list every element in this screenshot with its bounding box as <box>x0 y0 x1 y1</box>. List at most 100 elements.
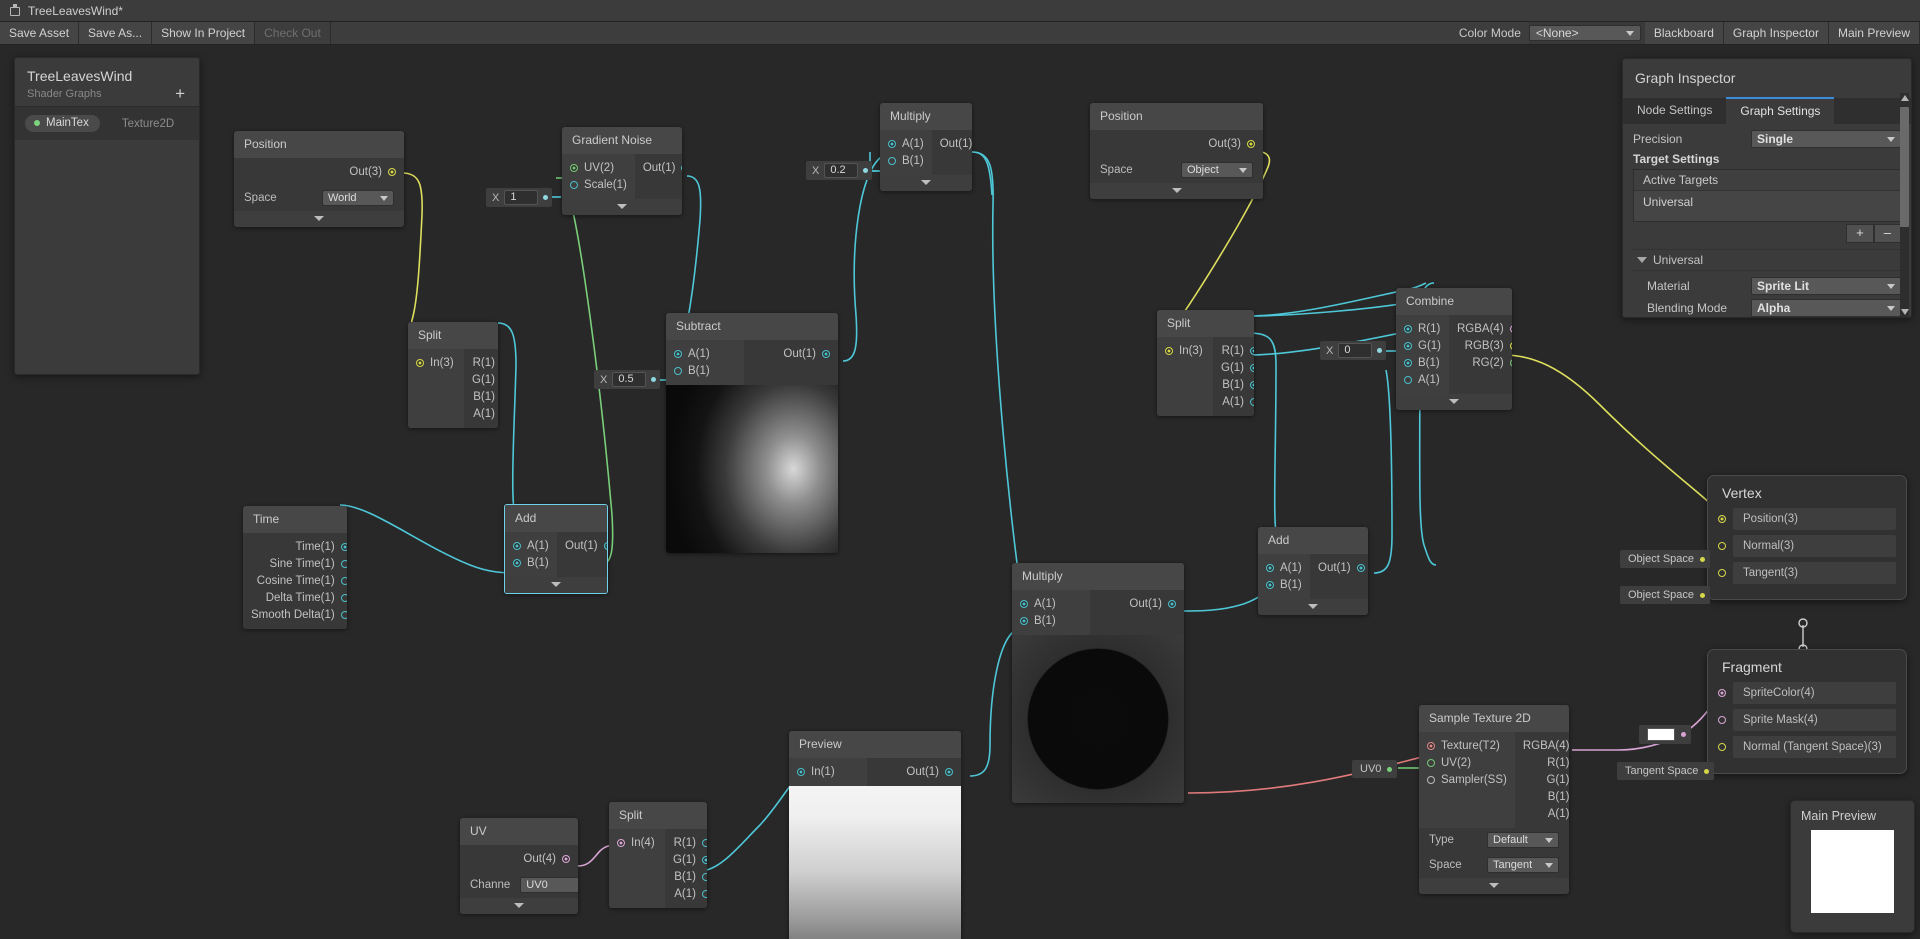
input-port-spritecolor[interactable] <box>1718 689 1726 697</box>
type-dropdown[interactable]: Default <box>1487 832 1559 848</box>
tab-node-settings[interactable]: Node Settings <box>1623 98 1726 124</box>
blackboard-property-row[interactable]: MainTex Texture2D <box>25 115 189 132</box>
input-port-b[interactable] <box>1404 358 1412 367</box>
output-port-cosine-time[interactable] <box>340 576 347 585</box>
material-dropdown[interactable]: Sprite Lit <box>1751 277 1901 295</box>
output-port-out[interactable] <box>1168 599 1176 608</box>
input-port-b[interactable] <box>513 558 521 567</box>
port-row-r[interactable]: R(1) <box>464 354 498 371</box>
output-port-a[interactable] <box>702 889 707 898</box>
port-row-cosine-time[interactable]: Cosine Time(1) <box>243 572 347 589</box>
output-port-sine-time[interactable] <box>340 559 347 568</box>
output-port-a[interactable] <box>1250 397 1254 406</box>
node-sample-texture-2d[interactable]: Sample Texture 2D Texture(T2) UV(2) Samp… <box>1419 705 1569 894</box>
vertex-slot-normal[interactable]: Normal(3) <box>1718 535 1896 557</box>
port-row-g[interactable]: G(1) <box>1396 337 1449 354</box>
port-row-rgba[interactable]: RGBA(4) <box>1515 737 1569 754</box>
port-row-rgba[interactable]: RGBA(4) <box>1449 320 1512 337</box>
output-port-out[interactable] <box>822 349 830 358</box>
port-row-r[interactable]: R(1) <box>665 834 707 851</box>
port-row-out[interactable]: Out(1) <box>744 345 838 362</box>
uv0-chip[interactable]: UV0 <box>1352 760 1398 778</box>
output-port-out[interactable] <box>603 541 607 550</box>
vertex-tangent-space-chip[interactable]: Object Space <box>1620 586 1711 604</box>
output-port-out[interactable] <box>681 163 682 172</box>
precision-dropdown[interactable]: Single <box>1751 130 1901 148</box>
tab-graph-settings[interactable]: Graph Settings <box>1726 97 1835 124</box>
node-collapse-toggle[interactable] <box>460 898 578 914</box>
node-time[interactable]: Time Time(1) Sine Time(1) Cosine Time(1) <box>243 506 347 629</box>
vertex-normal-space-chip[interactable]: Object Space <box>1620 550 1711 568</box>
port-row-a[interactable]: A(1) <box>666 345 744 362</box>
output-port-out[interactable] <box>1356 563 1365 572</box>
port-row-b[interactable]: B(1) <box>1213 376 1254 393</box>
port-row-a[interactable]: A(1) <box>1213 393 1254 410</box>
input-port-a[interactable] <box>674 349 682 358</box>
port-row-sampler[interactable]: Sampler(SS) <box>1419 771 1515 788</box>
port-row-out[interactable]: Out(3) <box>234 163 404 180</box>
main-preview-panel[interactable]: Main Preview <box>1790 800 1915 933</box>
blackboard-toggle-button[interactable]: Blackboard <box>1644 22 1724 44</box>
output-port-smooth-delta[interactable] <box>340 610 347 619</box>
node-collapse-toggle[interactable] <box>1090 183 1263 199</box>
input-port-tangent[interactable] <box>1718 569 1726 577</box>
input-port-uv[interactable] <box>570 163 578 172</box>
gradient-noise-scale-input[interactable]: X 1 <box>486 188 553 207</box>
port-row-b[interactable]: B(1) <box>666 362 744 379</box>
main-preview-toggle-button[interactable]: Main Preview <box>1828 22 1920 44</box>
output-port-out3[interactable] <box>388 167 396 176</box>
node-collapse-toggle[interactable] <box>1258 599 1368 615</box>
port-row-out[interactable]: Out(1) <box>867 763 961 780</box>
node-position-world[interactable]: Position Out(3) Space World <box>234 131 404 227</box>
input-port-uv[interactable] <box>1427 758 1435 767</box>
color-swatch[interactable] <box>1647 728 1675 741</box>
port-row-uv[interactable]: UV(2) <box>562 159 635 176</box>
output-port-time[interactable] <box>340 542 347 551</box>
port-row-rg[interactable]: RG(2) <box>1449 354 1512 371</box>
port-row-b[interactable]: B(1) <box>880 152 932 169</box>
graph-canvas[interactable]: TreeLeavesWind Shader Graphs + MainTex T… <box>0 45 1920 939</box>
port-row-out[interactable]: Out(1) <box>1310 559 1368 576</box>
color-mode-dropdown[interactable]: <None> <box>1528 25 1641 41</box>
port-row-r[interactable]: R(1) <box>1213 342 1254 359</box>
port-row-out[interactable]: Out(1) <box>635 159 682 176</box>
port-row-in[interactable]: In(4) <box>609 834 665 851</box>
master-node-vertex[interactable]: Vertex Position(3) Normal(3) Tangent(3) <box>1707 475 1907 600</box>
port-row-a[interactable]: A(1) <box>1258 559 1310 576</box>
port-row-out[interactable]: Out(1) <box>557 537 607 554</box>
scroll-down-arrow-icon[interactable] <box>1900 309 1909 315</box>
port-row-texture[interactable]: Texture(T2) <box>1419 737 1515 754</box>
node-collapse-toggle[interactable] <box>1419 878 1569 894</box>
node-split-world[interactable]: Split In(3) R(1) G(1) B(1) A(1) <box>408 322 498 428</box>
remove-target-button[interactable]: – <box>1873 224 1901 243</box>
universal-foldout[interactable]: Universal <box>1633 249 1901 271</box>
output-port-out[interactable] <box>945 767 953 776</box>
input-port-a[interactable] <box>513 541 521 550</box>
output-port-rg[interactable] <box>1509 358 1512 367</box>
node-collapse-toggle[interactable] <box>880 175 972 191</box>
fragment-slot-spritemask[interactable]: Sprite Mask(4) <box>1718 709 1896 731</box>
port-row-out[interactable]: Out(3) <box>1090 135 1263 152</box>
input-port-sampler[interactable] <box>1427 775 1435 784</box>
combine-a-value[interactable]: 0 <box>1338 343 1373 358</box>
vertex-slot-position[interactable]: Position(3) <box>1718 508 1896 530</box>
port-row-g[interactable]: G(1) <box>1213 359 1254 376</box>
space-dropdown[interactable]: Tangent <box>1487 857 1559 873</box>
port-row-out[interactable]: Out(1) <box>1090 595 1184 612</box>
active-target-universal[interactable]: Universal <box>1634 191 1900 221</box>
port-row-b[interactable]: B(1) <box>505 554 557 571</box>
port-row-delta-time[interactable]: Delta Time(1) <box>243 589 347 606</box>
output-port-rgb[interactable] <box>1509 341 1512 350</box>
space-dropdown[interactable]: Object <box>1181 162 1253 178</box>
sprite-mask-color-chip[interactable] <box>1639 725 1691 744</box>
input-port-normal-tangent[interactable] <box>1718 743 1726 751</box>
channel-dropdown[interactable]: UV0 <box>520 877 578 893</box>
port-row-g[interactable]: G(1) <box>464 371 498 388</box>
fragment-slot-normal[interactable]: Normal (Tangent Space)(3) <box>1718 736 1896 758</box>
scale-value[interactable]: 1 <box>504 190 539 205</box>
port-row-r[interactable]: R(1) <box>1515 754 1569 771</box>
port-row-sine-time[interactable]: Sine Time(1) <box>243 555 347 572</box>
port-row-out[interactable]: Out(4) <box>460 850 578 867</box>
port-row-a[interactable]: A(1) <box>505 537 557 554</box>
output-port-g[interactable] <box>1250 363 1254 372</box>
